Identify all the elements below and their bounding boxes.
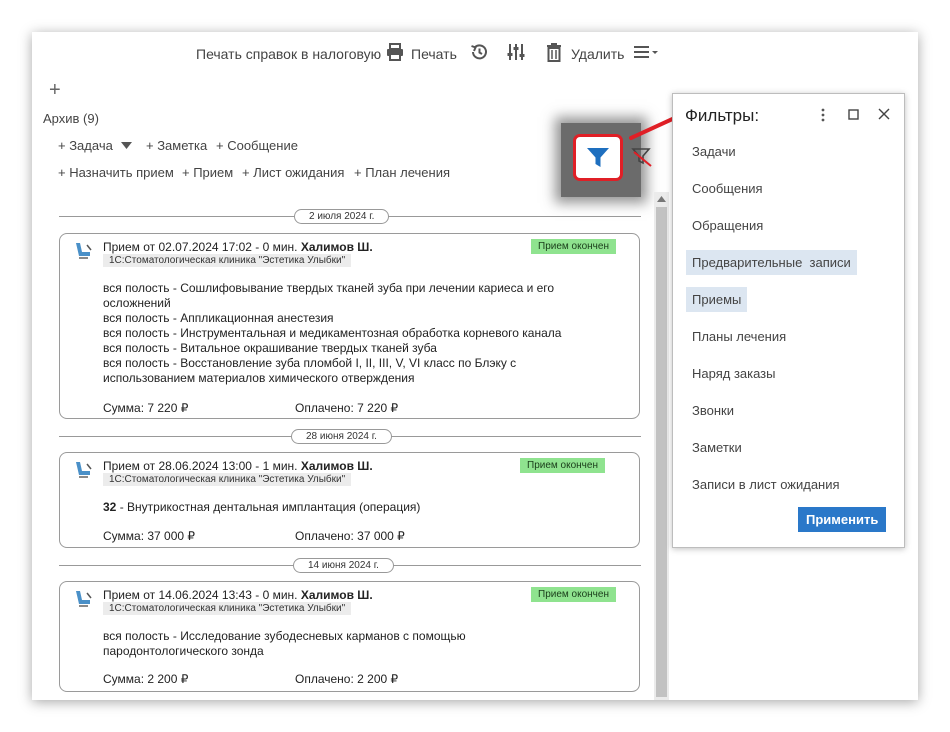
schedule-appointment-link[interactable]: + Назначить прием (58, 165, 174, 180)
add-note-link[interactable]: + Заметка (146, 138, 207, 153)
doctor-name: Халимов Ш. (300, 240, 373, 254)
sum-label: Сумма: 37 000 ₽ (103, 529, 196, 543)
status-badge: Прием окончен (531, 239, 616, 254)
clinic-tag: 1С:Стоматологическая клиника "Эстетика У… (103, 254, 352, 267)
filter-icon (587, 147, 609, 167)
apply-button[interactable]: Применить (798, 507, 887, 532)
detail-line: вся полость - Витальное окрашивание твер… (103, 341, 437, 355)
history-icon[interactable] (469, 42, 489, 62)
filter-item-messages[interactable]: Сообщения (686, 176, 769, 201)
delete-button[interactable]: Удалить (571, 46, 624, 62)
doctor-name: Халимов Ш. (300, 459, 373, 473)
filter-item-requests[interactable]: Обращения (686, 213, 769, 238)
scrollbar[interactable] (654, 192, 669, 700)
appointment-card[interactable]: Прием от 14.06.2024 13:43 - 0 мин. Халим… (59, 581, 640, 692)
detail-line: вся полость - Аппликационная анестезия (103, 311, 334, 325)
appointment-details: вся полость - Исследование зубодесневых … (103, 629, 623, 659)
tax-print-button[interactable]: Печать справок в налоговую (196, 46, 381, 62)
filter-item-appointments[interactable]: Приемы (686, 287, 748, 312)
appointment-title: Прием от 28.06.2024 13:00 - 1 мин. Халим… (103, 459, 373, 473)
date-pill: 2 июля 2024 г. (294, 209, 390, 224)
settings-sliders-icon[interactable] (506, 42, 526, 62)
dental-chair-icon (73, 589, 93, 609)
clinic-tag: 1С:Стоматологическая клиника "Эстетика У… (103, 602, 352, 615)
doctor-name: Халимов Ш. (300, 588, 373, 602)
dental-chair-icon (73, 241, 93, 261)
appointment-card[interactable]: Прием от 02.07.2024 17:02 - 0 мин. Халим… (59, 233, 640, 419)
add-waitlist-link[interactable]: + Лист ожидания (242, 165, 344, 180)
detail-line: вся полость - Исследование зубодесневых … (103, 629, 466, 643)
sum-label: Сумма: 2 200 ₽ (103, 672, 189, 686)
scroll-thumb[interactable] (656, 207, 667, 697)
detail-line: использованием материалов химического от… (103, 371, 415, 385)
filter-item-tasks[interactable]: Задачи (686, 139, 742, 164)
add-appointment-link[interactable]: + Прием (182, 165, 233, 180)
trash-icon[interactable] (545, 42, 563, 62)
appointment-card[interactable]: Прием от 28.06.2024 13:00 - 1 мин. Халим… (59, 452, 640, 548)
appointment-title: Прием от 02.07.2024 17:02 - 0 мин. Халим… (103, 240, 373, 254)
filter-item-work-orders[interactable]: Наряд заказы (686, 361, 782, 386)
print-button[interactable]: Печать (411, 46, 457, 62)
add-message-link[interactable]: + Сообщение (216, 138, 298, 153)
paid-label: Оплачено: 37 000 ₽ (295, 529, 405, 543)
filter-button[interactable] (573, 134, 623, 181)
sum-label: Сумма: 7 220 ₽ (103, 401, 189, 415)
filter-item-treatment-plans[interactable]: Планы лечения (686, 324, 792, 349)
status-badge: Прием окончен (531, 587, 616, 602)
maximize-icon[interactable] (848, 109, 859, 120)
chevron-down-icon[interactable] (121, 142, 132, 149)
filter-item-waitlist[interactable]: Записи в лист ожидания (686, 472, 846, 497)
appointment-details: 32 - Внутрикостная дентальная имплантаци… (103, 500, 623, 515)
add-task-link[interactable]: + Задача (58, 138, 113, 153)
detail-line: вся полость - Сошлифовывание твердых тка… (103, 281, 555, 295)
filters-panel: Фильтры: Задачи Сообщения Обращения Пред… (672, 93, 905, 548)
archive-label[interactable]: Архив (9) (43, 111, 99, 126)
paid-label: Оплачено: 2 200 ₽ (295, 672, 399, 686)
clinic-tag: 1С:Стоматологическая клиника "Эстетика У… (103, 473, 352, 486)
filters-title: Фильтры: (685, 106, 760, 125)
status-badge: Прием окончен (520, 458, 605, 473)
detail-line: вся полость - Восстановление зуба пломбо… (103, 356, 517, 370)
filter-item-calls[interactable]: Звонки (686, 398, 740, 423)
date-pill: 28 июня 2024 г. (291, 429, 392, 444)
close-icon[interactable] (878, 108, 890, 120)
detail-line: 32 - Внутрикостная дентальная имплантаци… (103, 500, 421, 514)
date-pill: 14 июня 2024 г. (293, 558, 394, 573)
add-treatment-plan-link[interactable]: + План лечения (354, 165, 450, 180)
printer-icon[interactable] (385, 42, 405, 62)
filter-item-preliminary-records[interactable]: Предварительные записи (686, 250, 857, 275)
dental-chair-icon (73, 460, 93, 480)
paid-label: Оплачено: 7 220 ₽ (295, 401, 399, 415)
appointment-details: вся полость - Сошлифовывание твердых тка… (103, 281, 623, 386)
tooth-number: 32 (103, 500, 117, 514)
app-window: Печать справок в налоговую Печать Удалит… (32, 32, 918, 700)
more-vertical-icon[interactable] (818, 108, 828, 122)
detail-line: вся полость - Инструментальная и медикам… (103, 326, 562, 340)
add-button[interactable]: + (49, 80, 61, 100)
more-menu-icon[interactable] (633, 44, 659, 60)
scroll-up-icon[interactable] (657, 196, 666, 202)
filter-item-notes[interactable]: Заметки (686, 435, 748, 460)
appointment-title: Прием от 14.06.2024 13:43 - 0 мин. Халим… (103, 588, 373, 602)
detail-line: пародонтологического зонда (103, 644, 264, 658)
detail-line: осложнений (103, 296, 171, 310)
clear-filter-icon[interactable] (631, 146, 653, 168)
